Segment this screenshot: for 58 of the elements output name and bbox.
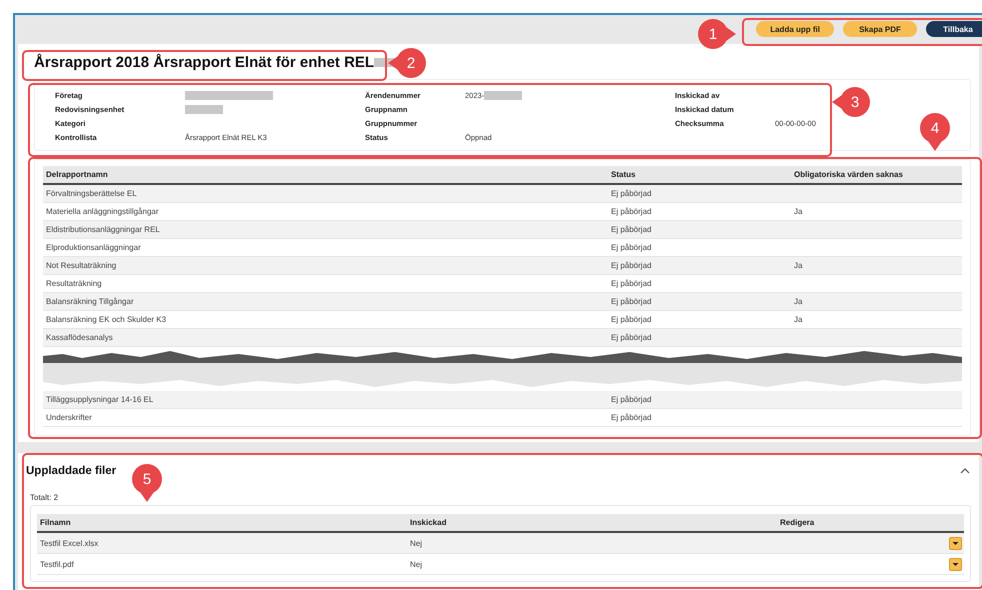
caret-icon [952, 540, 959, 546]
table-cell-text: Nej [410, 560, 424, 568]
table-cell-text: Materiella anläggningstillgångar [46, 206, 160, 216]
table-cell-text: Tilläggsupplysningar 14-16 EL [46, 394, 154, 404]
column-header: Obligatoriska värden saknas [794, 170, 904, 179]
collapse-caret-icon[interactable] [959, 466, 971, 476]
table-row[interactable]: Eldistributionsanläggningar REL Ej påbörjad [43, 220, 962, 239]
table-cell-text: Ja [794, 296, 804, 306]
table-cell-text: Ej påbörjad [611, 206, 652, 216]
table-cell-text: Ej påbörjad [611, 394, 652, 404]
table-cell-text: Elproduktionsanläggningar [46, 242, 142, 252]
table-cell-text: Ej påbörjad [611, 332, 652, 342]
column-header: Filnamn [40, 518, 72, 527]
table-cell-text: Testfil.pdf [40, 560, 75, 568]
column-header: Delrapportnamn [46, 170, 109, 179]
table-cell-text: Ej påbörjad [611, 242, 652, 252]
column-header: Inskickad [410, 518, 448, 527]
table-row[interactable]: Not Resultaträkning Ej påbörjad Ja [43, 256, 962, 275]
column-header: Redigera [780, 518, 816, 527]
table-cell-text: Ej påbörjad [611, 188, 652, 198]
table-cell-text: Förvaltningsberättelse EL [46, 188, 138, 198]
table-cell-text: Ja [794, 314, 804, 324]
dropdown-button[interactable] [949, 558, 962, 570]
table-cell-text: Nej [410, 538, 424, 548]
table-row[interactable]: Balansräkning EK och Skulder K3 Ej påbörjad Ja [43, 310, 962, 329]
back-button[interactable]: Tillbaka [926, 21, 982, 38]
table-row[interactable]: Tilläggsupplysningar 14-16 EL Ej påbörjad [43, 390, 962, 409]
table-row[interactable]: Underskrifter Ej påbörjad [43, 408, 962, 427]
table-row[interactable]: Materiella anläggningstillgångar Ej påbörjad Ja [43, 202, 962, 221]
table-cell-text: Ej påbörjad [611, 412, 652, 422]
table-row[interactable]: Elproduktionsanläggningar Ej påbörjad [43, 238, 962, 257]
dropdown-button[interactable] [949, 536, 962, 550]
table-cell-text: Underskrifter [46, 412, 93, 422]
table-cell-text: Ej påbörjad [611, 260, 652, 270]
table-cell-text: Ej påbörjad [611, 296, 652, 306]
column-header: Status [611, 170, 636, 179]
table-cell-text: Ej påbörjad [611, 278, 652, 288]
table-row[interactable]: Kassaflödesanalys Ej påbörjad [43, 328, 962, 347]
table-row[interactable]: Balansräkning Tillgångar Ej påbörjad Ja [43, 292, 962, 311]
table-cell-text: Ja [794, 260, 804, 270]
table-cell-text: Ej påbörjad [611, 224, 652, 234]
table-cell-text: Resultaträkning [46, 278, 103, 288]
table-cell-text: Balansräkning EK och Skulder K3 [46, 314, 168, 324]
table-cell-text: Ej påbörjad [611, 314, 652, 324]
section-title: Uppladdade filer [26, 465, 116, 477]
total-count: Totalt: 2 [30, 493, 60, 502]
action-button[interactable]: Skapa PDF [843, 21, 917, 38]
table-row[interactable]: Förvaltningsberättelse EL Ej påbörjad [43, 184, 962, 203]
table-row[interactable]: Resultaträkning Ej påbörjad [43, 274, 962, 293]
table-row[interactable]: Testfil Excel.xlsx Nej [37, 533, 964, 554]
action-button[interactable]: Ladda upp fil [756, 21, 834, 38]
table-cell-text: Ja [794, 206, 804, 216]
table-cell-text: Balansräkning Tillgångar [46, 296, 135, 306]
table-cell-text: Not Resultaträkning [46, 260, 118, 270]
caret-icon [952, 562, 959, 566]
table-cell-text: Testfil Excel.xlsx [40, 538, 100, 548]
table-cell-text: Eldistributionsanläggningar REL [46, 224, 161, 234]
table-cell-text: Kassaflödesanalys [46, 332, 114, 342]
